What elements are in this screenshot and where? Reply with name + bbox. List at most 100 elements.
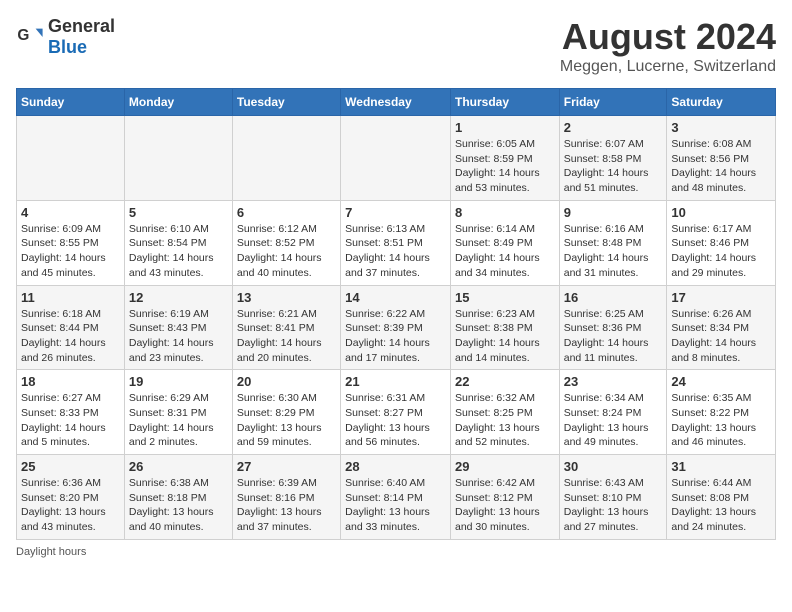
day-number: 11 <box>21 290 120 305</box>
day-number: 15 <box>455 290 555 305</box>
col-header-monday: Monday <box>124 89 232 116</box>
col-header-wednesday: Wednesday <box>341 89 451 116</box>
day-number: 3 <box>671 120 771 135</box>
day-info: Sunrise: 6:17 AM Sunset: 8:46 PM Dayligh… <box>671 222 771 281</box>
calendar-cell: 11 Sunrise: 6:18 AM Sunset: 8:44 PM Dayli… <box>17 285 125 370</box>
calendar-cell: 6 Sunrise: 6:12 AM Sunset: 8:52 PM Daylig… <box>232 200 340 285</box>
col-header-sunday: Sunday <box>17 89 125 116</box>
day-number: 31 <box>671 459 771 474</box>
calendar-cell: 23 Sunrise: 6:34 AM Sunset: 8:24 PM Dayli… <box>559 370 667 455</box>
day-number: 23 <box>564 374 663 389</box>
day-info: Sunrise: 6:05 AM Sunset: 8:59 PM Dayligh… <box>455 137 555 196</box>
day-info: Sunrise: 6:18 AM Sunset: 8:44 PM Dayligh… <box>21 307 120 366</box>
day-number: 26 <box>129 459 228 474</box>
day-number: 4 <box>21 205 120 220</box>
day-info: Sunrise: 6:39 AM Sunset: 8:16 PM Dayligh… <box>237 476 336 535</box>
day-info: Sunrise: 6:27 AM Sunset: 8:33 PM Dayligh… <box>21 391 120 450</box>
calendar-cell: 9 Sunrise: 6:16 AM Sunset: 8:48 PM Daylig… <box>559 200 667 285</box>
day-info: Sunrise: 6:40 AM Sunset: 8:14 PM Dayligh… <box>345 476 446 535</box>
day-info: Sunrise: 6:38 AM Sunset: 8:18 PM Dayligh… <box>129 476 228 535</box>
svg-text:G: G <box>17 27 29 44</box>
logo-icon: G <box>16 23 44 51</box>
day-info: Sunrise: 6:16 AM Sunset: 8:48 PM Dayligh… <box>564 222 663 281</box>
footer-note: Daylight hours <box>16 546 776 558</box>
day-info: Sunrise: 6:26 AM Sunset: 8:34 PM Dayligh… <box>671 307 771 366</box>
calendar-week-1: 1Sunrise: 6:05 AM Sunset: 8:59 PM Daylig… <box>17 116 776 201</box>
day-info: Sunrise: 6:30 AM Sunset: 8:29 PM Dayligh… <box>237 391 336 450</box>
day-info: Sunrise: 6:23 AM Sunset: 8:38 PM Dayligh… <box>455 307 555 366</box>
day-info: Sunrise: 6:42 AM Sunset: 8:12 PM Dayligh… <box>455 476 555 535</box>
calendar-cell: 8Sunrise: 6:14 AM Sunset: 8:49 PM Daylig… <box>450 200 559 285</box>
day-info: Sunrise: 6:07 AM Sunset: 8:58 PM Dayligh… <box>564 137 663 196</box>
logo-text-blue: Blue <box>48 37 87 57</box>
calendar-cell: 31Sunrise: 6:44 AM Sunset: 8:08 PM Dayli… <box>667 455 776 540</box>
day-info: Sunrise: 6:31 AM Sunset: 8:27 PM Dayligh… <box>345 391 446 450</box>
day-number: 25 <box>21 459 120 474</box>
calendar-cell: 16Sunrise: 6:25 AM Sunset: 8:36 PM Dayli… <box>559 285 667 370</box>
calendar-cell: 28 Sunrise: 6:40 AM Sunset: 8:14 PM Dayli… <box>341 455 451 540</box>
calendar-cell: 30Sunrise: 6:43 AM Sunset: 8:10 PM Dayli… <box>559 455 667 540</box>
day-number: 27 <box>237 459 336 474</box>
day-info: Sunrise: 6:12 AM Sunset: 8:52 PM Dayligh… <box>237 222 336 281</box>
col-header-thursday: Thursday <box>450 89 559 116</box>
subtitle: Meggen, Lucerne, Switzerland <box>560 58 776 76</box>
day-info: Sunrise: 6:08 AM Sunset: 8:56 PM Dayligh… <box>671 137 771 196</box>
calendar-cell: 22Sunrise: 6:32 AM Sunset: 8:25 PM Dayli… <box>450 370 559 455</box>
main-title: August 2024 <box>560 16 776 58</box>
calendar-week-3: 11 Sunrise: 6:18 AM Sunset: 8:44 PM Dayli… <box>17 285 776 370</box>
day-number: 10 <box>671 205 771 220</box>
day-info: Sunrise: 6:36 AM Sunset: 8:20 PM Dayligh… <box>21 476 120 535</box>
day-info: Sunrise: 6:21 AM Sunset: 8:41 PM Dayligh… <box>237 307 336 366</box>
calendar-cell: 12 Sunrise: 6:19 AM Sunset: 8:43 PM Dayli… <box>124 285 232 370</box>
day-info: Sunrise: 6:43 AM Sunset: 8:10 PM Dayligh… <box>564 476 663 535</box>
day-number: 24 <box>671 374 771 389</box>
col-header-friday: Friday <box>559 89 667 116</box>
day-number: 2 <box>564 120 663 135</box>
calendar-cell: 21 Sunrise: 6:31 AM Sunset: 8:27 PM Dayli… <box>341 370 451 455</box>
calendar-cell: 4 Sunrise: 6:09 AM Sunset: 8:55 PM Daylig… <box>17 200 125 285</box>
calendar-cell: 27 Sunrise: 6:39 AM Sunset: 8:16 PM Dayli… <box>232 455 340 540</box>
col-header-saturday: Saturday <box>667 89 776 116</box>
day-info: Sunrise: 6:29 AM Sunset: 8:31 PM Dayligh… <box>129 391 228 450</box>
calendar-cell: 26 Sunrise: 6:38 AM Sunset: 8:18 PM Dayli… <box>124 455 232 540</box>
title-area: August 2024 Meggen, Lucerne, Switzerland <box>560 16 776 76</box>
calendar-cell: 1Sunrise: 6:05 AM Sunset: 8:59 PM Daylig… <box>450 116 559 201</box>
day-number: 21 <box>345 374 446 389</box>
calendar-week-2: 4 Sunrise: 6:09 AM Sunset: 8:55 PM Daylig… <box>17 200 776 285</box>
day-number: 6 <box>237 205 336 220</box>
calendar-cell: 10 Sunrise: 6:17 AM Sunset: 8:46 PM Dayli… <box>667 200 776 285</box>
calendar-cell: 15 Sunrise: 6:23 AM Sunset: 8:38 PM Dayli… <box>450 285 559 370</box>
day-number: 7 <box>345 205 446 220</box>
header: G General Blue August 2024 Meggen, Lucer… <box>16 16 776 76</box>
col-header-tuesday: Tuesday <box>232 89 340 116</box>
day-number: 5 <box>129 205 228 220</box>
calendar-cell: 3 Sunrise: 6:08 AM Sunset: 8:56 PM Daylig… <box>667 116 776 201</box>
day-number: 28 <box>345 459 446 474</box>
calendar-cell: 13Sunrise: 6:21 AM Sunset: 8:41 PM Dayli… <box>232 285 340 370</box>
day-number: 9 <box>564 205 663 220</box>
calendar-table: SundayMondayTuesdayWednesdayThursdayFrid… <box>16 88 776 540</box>
calendar-cell: 24Sunrise: 6:35 AM Sunset: 8:22 PM Dayli… <box>667 370 776 455</box>
calendar-cell: 18Sunrise: 6:27 AM Sunset: 8:33 PM Dayli… <box>17 370 125 455</box>
day-info: Sunrise: 6:09 AM Sunset: 8:55 PM Dayligh… <box>21 222 120 281</box>
calendar-week-5: 25 Sunrise: 6:36 AM Sunset: 8:20 PM Dayli… <box>17 455 776 540</box>
day-info: Sunrise: 6:22 AM Sunset: 8:39 PM Dayligh… <box>345 307 446 366</box>
day-number: 12 <box>129 290 228 305</box>
calendar-cell: 19 Sunrise: 6:29 AM Sunset: 8:31 PM Dayli… <box>124 370 232 455</box>
day-number: 20 <box>237 374 336 389</box>
day-number: 22 <box>455 374 555 389</box>
logo: G General Blue <box>16 16 115 58</box>
day-info: Sunrise: 6:19 AM Sunset: 8:43 PM Dayligh… <box>129 307 228 366</box>
day-number: 19 <box>129 374 228 389</box>
calendar-cell <box>341 116 451 201</box>
day-info: Sunrise: 6:13 AM Sunset: 8:51 PM Dayligh… <box>345 222 446 281</box>
day-info: Sunrise: 6:10 AM Sunset: 8:54 PM Dayligh… <box>129 222 228 281</box>
day-info: Sunrise: 6:25 AM Sunset: 8:36 PM Dayligh… <box>564 307 663 366</box>
day-info: Sunrise: 6:34 AM Sunset: 8:24 PM Dayligh… <box>564 391 663 450</box>
calendar-cell <box>17 116 125 201</box>
calendar-cell: 29Sunrise: 6:42 AM Sunset: 8:12 PM Dayli… <box>450 455 559 540</box>
calendar-cell: 17Sunrise: 6:26 AM Sunset: 8:34 PM Dayli… <box>667 285 776 370</box>
calendar-cell <box>124 116 232 201</box>
day-number: 14 <box>345 290 446 305</box>
day-number: 8 <box>455 205 555 220</box>
